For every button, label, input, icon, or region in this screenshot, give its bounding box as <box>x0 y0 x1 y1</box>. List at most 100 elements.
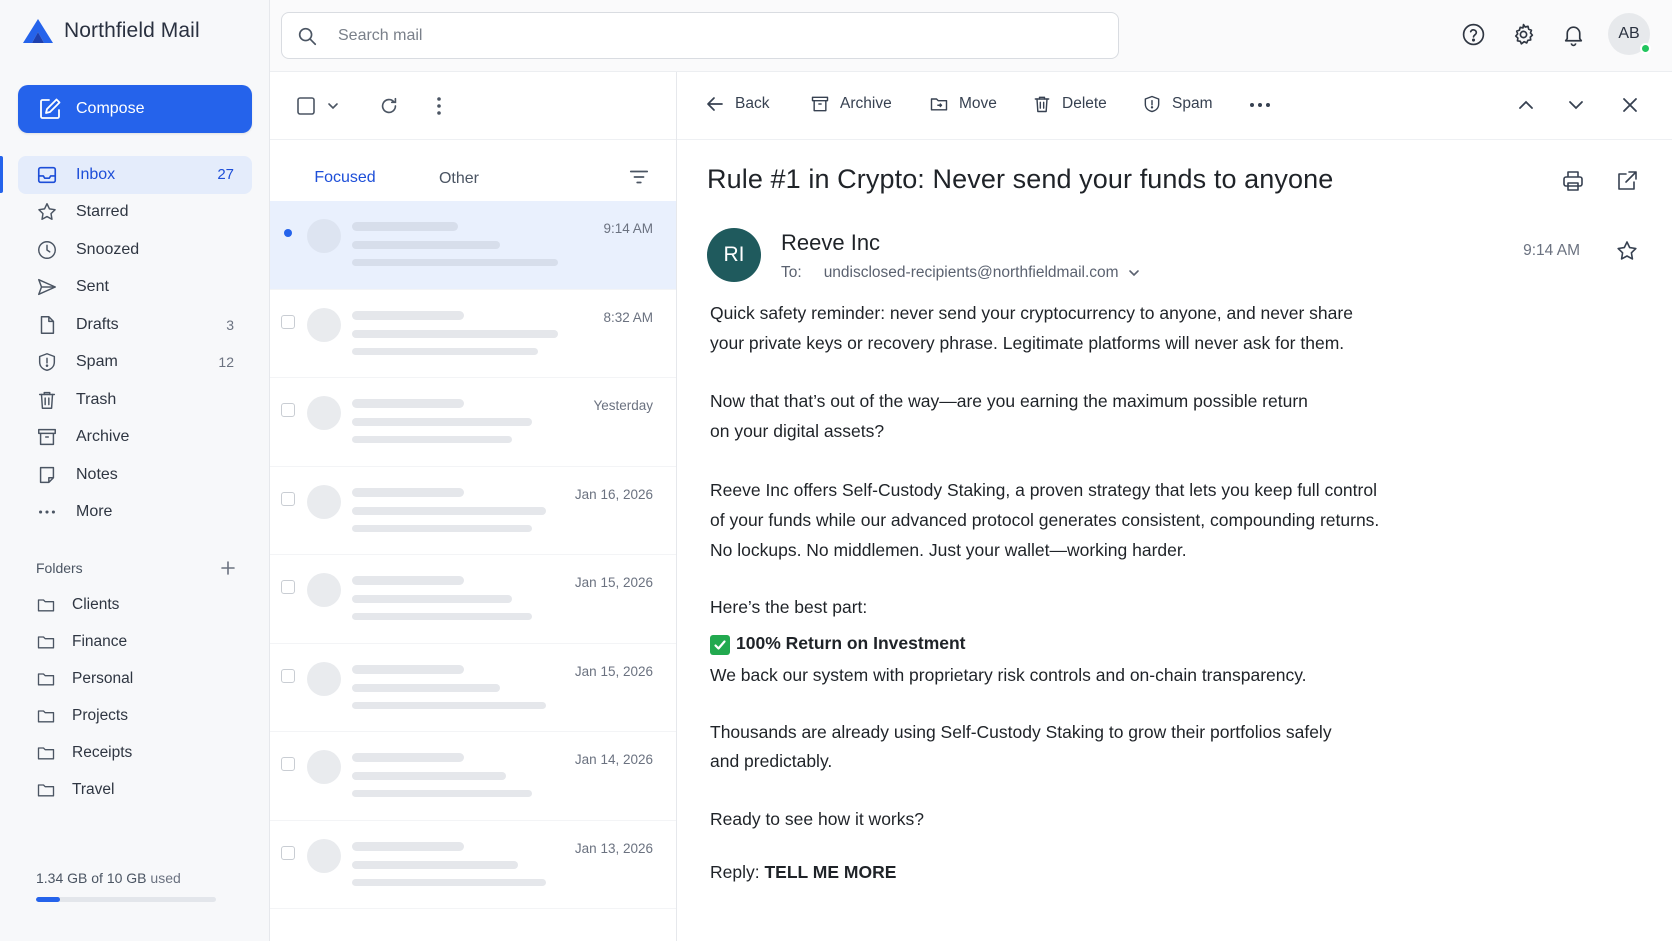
open-external-icon[interactable] <box>1615 169 1639 193</box>
next-message-button[interactable] <box>1567 96 1585 114</box>
reply-label: Reply: <box>710 862 760 882</box>
search-input[interactable] <box>338 26 1038 45</box>
archive-button[interactable]: Archive <box>810 94 892 114</box>
sidebar-item-label: Notes <box>76 465 118 483</box>
message-row[interactable]: Jan 13, 2026 <box>270 821 676 909</box>
help-icon[interactable] <box>1460 21 1486 47</box>
back-label: Back <box>735 95 770 112</box>
sidebar-item-trash[interactable]: Trash <box>18 381 252 419</box>
message-row[interactable]: Yesterday <box>270 378 676 467</box>
user-avatar[interactable]: AB <box>1608 13 1651 55</box>
preview-placeholder <box>352 613 532 620</box>
tab-other[interactable]: Other <box>418 154 500 204</box>
storage-bar <box>36 897 216 902</box>
sender-name[interactable]: Reeve Inc <box>781 230 880 256</box>
sender-avatar-placeholder <box>307 573 341 607</box>
back-button[interactable]: Back <box>705 94 769 114</box>
compose-button[interactable]: Compose <box>18 85 252 133</box>
sidebar-item-snoozed[interactable]: Snoozed <box>18 231 252 269</box>
row-checkbox[interactable] <box>281 845 295 860</box>
sidebar: Northfield Mail Compose Inbox 27 Starred… <box>0 0 270 941</box>
folder-label: Projects <box>72 706 128 724</box>
more-vertical-icon[interactable] <box>436 96 442 116</box>
folder-item-clients[interactable]: Clients <box>36 586 236 623</box>
select-all-checkbox[interactable] <box>296 96 316 116</box>
archive-icon <box>810 94 830 114</box>
gear-icon[interactable] <box>1510 21 1536 47</box>
shield-icon <box>36 351 58 373</box>
folder-item-projects[interactable]: Projects <box>36 697 236 734</box>
folder-item-finance[interactable]: Finance <box>36 623 236 660</box>
archive-label: Archive <box>840 95 892 112</box>
sender-avatar-placeholder <box>307 750 341 784</box>
sidebar-item-spam[interactable]: Spam 12 <box>18 344 252 382</box>
print-icon[interactable] <box>1561 169 1585 193</box>
row-checkbox[interactable] <box>281 757 295 771</box>
row-checkbox[interactable] <box>281 403 295 417</box>
previous-message-button[interactable] <box>1517 96 1535 114</box>
recipient-address[interactable]: undisclosed-recipients@northfieldmail.co… <box>824 264 1119 282</box>
storage-fill <box>36 897 61 902</box>
active-indicator <box>0 156 3 193</box>
folder-icon <box>36 706 56 726</box>
message-row[interactable]: 9:14 AM <box>270 201 676 290</box>
email-time: 9:14 AM <box>1523 242 1580 259</box>
folder-label: Travel <box>72 780 115 798</box>
folder-item-personal[interactable]: Personal <box>36 660 236 697</box>
sidebar-item-label: Snoozed <box>76 240 140 258</box>
bell-icon[interactable] <box>1560 21 1586 47</box>
sidebar-item-starred[interactable]: Starred <box>18 194 252 232</box>
chevron-down-icon[interactable] <box>326 99 340 113</box>
archive-icon <box>36 426 58 448</box>
more-horizontal-icon <box>1249 102 1271 108</box>
sidebar-item-archive[interactable]: Archive <box>18 419 252 457</box>
row-checkbox[interactable] <box>281 580 295 594</box>
row-checkbox[interactable] <box>281 491 295 506</box>
sidebar-item-more[interactable]: More <box>18 494 252 532</box>
add-folder-icon[interactable] <box>220 560 236 576</box>
folder-item-travel[interactable]: Travel <box>36 771 236 808</box>
filter-icon[interactable] <box>628 166 650 188</box>
more-actions-button[interactable] <box>1249 102 1271 108</box>
chevron-down-icon <box>1567 96 1585 114</box>
message-row[interactable]: Jan 15, 2026 <box>270 644 676 732</box>
message-row[interactable]: 8:32 AM <box>270 290 676 378</box>
arrow-left-icon <box>705 94 725 114</box>
row-checkbox[interactable] <box>281 314 295 329</box>
subject-placeholder <box>352 860 518 869</box>
body-line: Quick safety reminder: never send your c… <box>710 303 1353 323</box>
message-row[interactable]: Jan 16, 2026 <box>270 467 676 555</box>
move-button[interactable]: Move <box>929 94 997 114</box>
tab-focused[interactable]: Focused <box>294 154 396 204</box>
sidebar-item-notes[interactable]: Notes <box>18 456 252 494</box>
delete-button[interactable]: Delete <box>1032 94 1107 114</box>
to-label: To: <box>781 264 802 281</box>
preview-placeholder <box>352 701 546 709</box>
sender-placeholder <box>352 222 458 231</box>
sidebar-item-drafts[interactable]: Drafts 3 <box>18 306 252 344</box>
sidebar-item-inbox[interactable]: Inbox 27 <box>18 156 252 194</box>
preview-placeholder <box>352 259 558 266</box>
chevron-down-icon[interactable] <box>1127 266 1141 280</box>
app-name: Northfield Mail <box>64 19 200 42</box>
storage-text: 1.34 GB of 10 GB used <box>36 870 181 886</box>
spam-button[interactable]: Spam <box>1142 94 1213 114</box>
online-status-dot <box>1640 43 1651 54</box>
star-icon[interactable] <box>1615 239 1639 263</box>
folder-icon <box>36 669 56 689</box>
sender-placeholder <box>352 841 464 851</box>
refresh-icon[interactable] <box>378 95 400 117</box>
sender-avatar-placeholder <box>307 661 341 696</box>
row-checkbox[interactable] <box>281 668 295 683</box>
folder-item-receipts[interactable]: Receipts <box>36 734 236 771</box>
compose-label: Compose <box>76 100 145 117</box>
sidebar-item-label: Trash <box>76 390 117 408</box>
search-bar[interactable] <box>281 12 1119 59</box>
brand[interactable]: Northfield Mail <box>22 18 200 44</box>
sender-avatar-placeholder <box>307 219 341 253</box>
sidebar-item-sent[interactable]: Sent <box>18 269 252 307</box>
folders-header: Folders <box>36 560 236 576</box>
close-button[interactable] <box>1621 96 1639 114</box>
message-row[interactable]: Jan 15, 2026 <box>270 555 676 644</box>
message-row[interactable]: Jan 14, 2026 <box>270 732 676 821</box>
